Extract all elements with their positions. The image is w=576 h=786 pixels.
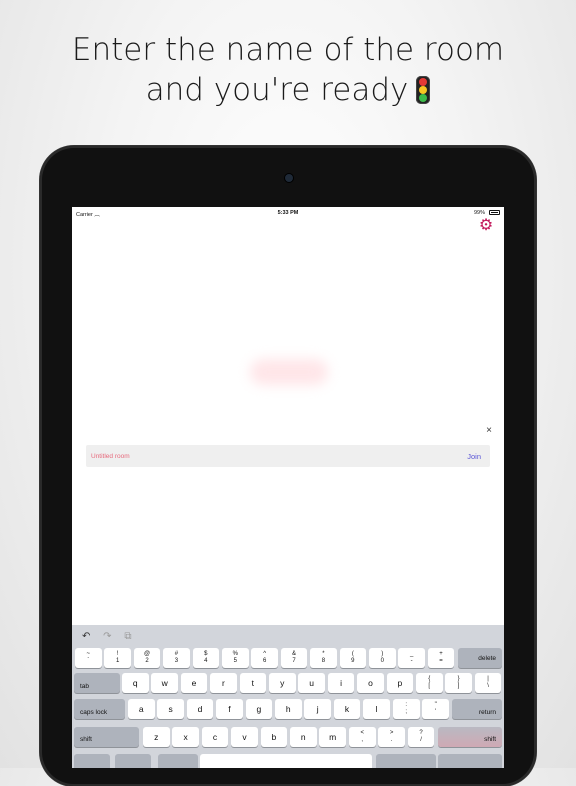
key-8[interactable]: * 8 [310, 648, 337, 668]
traffic-light-icon [416, 76, 431, 104]
key-q[interactable]: q [122, 673, 149, 693]
key-'[interactable]: " ' [422, 699, 449, 719]
join-button[interactable]: Join [467, 452, 481, 461]
room-name-input[interactable]: Untitled room [91, 453, 130, 460]
room-bar: Untitled room Join [86, 445, 490, 467]
battery-percent: 99% [473, 210, 485, 216]
key-/[interactable]: ? / [407, 727, 435, 747]
keyboard: ↶ ↷ ⧉ ~ `! 1 @2 #3 $4% 5 ^ 6 & 7 * 8(9) 0 _ - + = delete ta… [72, 625, 504, 768]
app-screen: Carrier ︵ 5:33 PM 99% ⚙ × Untitled room … [72, 207, 504, 768]
key-z[interactable]: z [143, 727, 170, 747]
return-key[interactable]: return [452, 699, 502, 719]
key-][interactable]: }] [445, 673, 472, 693]
key-m[interactable]: m [319, 727, 346, 747]
front-camera [285, 174, 293, 182]
key-9[interactable]: (9 [339, 648, 367, 668]
bottom-row-key[interactable] [438, 754, 502, 768]
key-t[interactable]: t [239, 673, 267, 693]
key-p[interactable]: p [386, 673, 414, 693]
key-n[interactable]: n [290, 727, 317, 747]
close-icon[interactable]: × [486, 425, 492, 436]
key-c[interactable]: c [201, 727, 229, 747]
key-\[interactable]: | \ [474, 673, 502, 693]
bottom-row-key[interactable] [74, 754, 110, 768]
undo-icon[interactable]: ↶ [82, 631, 90, 642]
headline-line-1: Enter the name of the room [71, 32, 505, 68]
gear-icon[interactable]: ⚙ [478, 218, 494, 234]
key-[[interactable]: {[ [416, 673, 443, 693]
key-o[interactable]: o [357, 673, 384, 693]
key-x[interactable]: x [172, 727, 199, 747]
key-0[interactable]: ) 0 [369, 648, 396, 668]
bottom-row-key[interactable] [158, 754, 198, 768]
paste-icon[interactable]: ⧉ [124, 631, 131, 642]
headline-line-2: and you're ready [0, 70, 576, 110]
space-bar[interactable] [200, 754, 372, 768]
key-r[interactable]: r [210, 673, 237, 693]
key-6[interactable]: ^ 6 [251, 648, 278, 668]
key-;[interactable]: :; [393, 699, 420, 719]
key-u[interactable]: u [298, 673, 325, 693]
key-k[interactable]: k [333, 699, 361, 719]
key-v[interactable]: v [231, 727, 258, 747]
caps-lock-key[interactable]: caps lock [74, 699, 125, 719]
key-5[interactable]: % 5 [222, 648, 249, 668]
key-j[interactable]: j [304, 699, 331, 719]
key-4[interactable]: $4 [192, 648, 220, 668]
key-i[interactable]: i [327, 673, 355, 693]
key-f[interactable]: f [216, 699, 243, 719]
bottom-row-key[interactable] [376, 754, 436, 768]
bottom-row-key[interactable] [115, 754, 151, 768]
key-3[interactable]: #3 [163, 648, 190, 668]
key-7[interactable]: & 7 [280, 648, 308, 668]
delete-key[interactable]: delete [458, 648, 502, 668]
keyboard-toolbar: ↶ ↷ ⧉ [82, 631, 141, 642]
key-d[interactable]: d [186, 699, 214, 719]
shift-left-key[interactable]: shift [74, 727, 139, 747]
key-=[interactable]: + = [427, 648, 455, 668]
shift-right-key[interactable]: shift [438, 727, 502, 747]
battery-icon [489, 210, 500, 215]
headline-line-2-text: and you're ready [145, 72, 409, 108]
app-logo [250, 359, 328, 385]
key-y[interactable]: y [269, 673, 296, 693]
key-s[interactable]: s [157, 699, 184, 719]
status-bar: Carrier ︵ 5:33 PM 99% [72, 207, 504, 219]
redo-icon[interactable]: ↷ [103, 631, 111, 642]
key-1[interactable]: ! 1 [104, 648, 131, 668]
key-,[interactable]: <, [349, 727, 376, 747]
key-l[interactable]: l [363, 699, 390, 719]
headline: Enter the name of the room and you're re… [0, 30, 576, 110]
key-a[interactable]: a [128, 699, 155, 719]
key-e[interactable]: e [180, 673, 208, 693]
key--[interactable]: _ - [398, 648, 425, 668]
key-g[interactable]: g [245, 699, 273, 719]
key-2[interactable]: @2 [133, 648, 161, 668]
key-`[interactable]: ~ ` [75, 648, 102, 668]
key-w[interactable]: w [151, 673, 178, 693]
key-.[interactable]: >. [378, 727, 405, 747]
key-h[interactable]: h [275, 699, 302, 719]
tab-key[interactable]: tab [74, 673, 120, 693]
status-time: 5:33 PM [277, 210, 299, 216]
key-b[interactable]: b [260, 727, 288, 747]
